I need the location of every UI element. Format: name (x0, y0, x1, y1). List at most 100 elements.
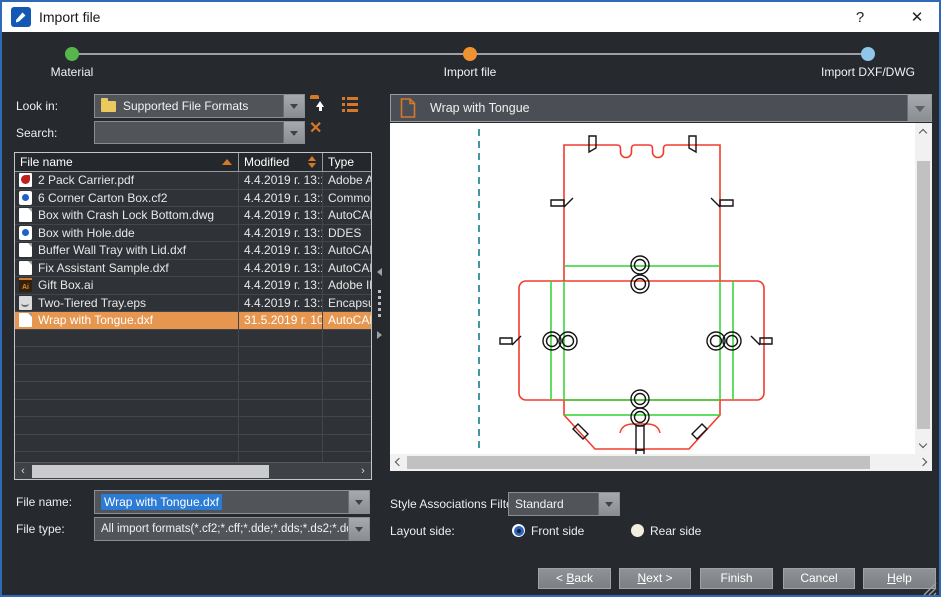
preview-horizontal-scrollbar[interactable] (390, 454, 932, 471)
file-modified-cell: 4.4.2019 г. 13:17 (239, 260, 323, 277)
file-type-cell: AutoCAD (323, 242, 371, 259)
scrollbar-thumb[interactable] (407, 456, 870, 469)
document-file-icon (19, 313, 32, 327)
empty-cell (323, 452, 371, 462)
empty-cell (323, 330, 371, 347)
search-dropdown-arrow[interactable] (283, 122, 304, 143)
file-list-horizontal-scrollbar[interactable]: ‹ › (15, 462, 371, 479)
eps-file-icon (19, 296, 32, 310)
preview-dropdown-arrow[interactable] (907, 95, 931, 121)
back-button[interactable]: < Back (538, 568, 611, 589)
app-icon (11, 7, 31, 27)
file-rows: 2 Pack Carrier.pdf4.4.2019 г. 13:17Adobe… (15, 172, 371, 462)
file-name-text: Box with Hole.dde (38, 226, 135, 240)
scroll-up-icon[interactable] (919, 129, 927, 137)
style-associations-filter-label: Style Associations Filter (390, 492, 517, 516)
cf2-file-icon (19, 226, 32, 240)
empty-cell (323, 417, 371, 434)
cancel-button[interactable]: Cancel (783, 568, 855, 589)
scrollbar-thumb[interactable] (917, 161, 930, 429)
file-row[interactable]: 6 Corner Carton Box.cf24.4.2019 г. 13:17… (15, 190, 371, 208)
file-row[interactable]: Two-Tiered Tray.eps4.4.2019 г. 13:17Enca… (15, 295, 371, 313)
empty-file-row (15, 365, 371, 383)
step-dot-material[interactable] (65, 47, 79, 61)
file-name-text: Two-Tiered Tray.eps (38, 296, 146, 310)
style-filter-dropdown-arrow[interactable] (598, 493, 619, 515)
scrollbar-thumb[interactable] (32, 465, 269, 478)
empty-file-row (15, 435, 371, 453)
look-in-combobox[interactable]: Supported File Formats (94, 94, 305, 118)
look-in-value: Supported File Formats (123, 99, 248, 113)
collapse-right-icon[interactable] (377, 331, 382, 339)
window-title: Import file (39, 2, 100, 32)
file-name-cell: 2 Pack Carrier.pdf (15, 172, 239, 189)
illustrator-file-icon: Ai (19, 278, 32, 292)
resize-grip[interactable] (923, 583, 937, 597)
file-name-text: Wrap with Tongue.dxf (38, 313, 153, 327)
file-modified-cell: 4.4.2019 г. 13:17 (239, 172, 323, 189)
file-name-cell: Two-Tiered Tray.eps (15, 295, 239, 312)
scroll-left-icon[interactable] (395, 458, 403, 466)
file-name-text: 2 Pack Carrier.pdf (38, 173, 134, 187)
file-type-combobox[interactable]: All import formats(*.cf2;*.cff;*.dde;*.d… (94, 517, 370, 541)
file-name-cell: Fix Assistant Sample.dxf (15, 260, 239, 277)
step-dot-import-file[interactable] (463, 47, 477, 61)
file-name-combobox[interactable]: Wrap with Tongue.dxf (94, 490, 370, 514)
scroll-down-icon[interactable] (919, 440, 927, 448)
empty-cell (239, 400, 323, 417)
front-side-radio[interactable] (512, 524, 525, 537)
pane-splitter[interactable] (375, 152, 384, 480)
splitter-grip[interactable] (378, 290, 381, 317)
step-label-import-file: Import file (444, 65, 497, 79)
file-type-cell: DDES (323, 225, 371, 242)
page-icon (400, 98, 416, 118)
preview-vertical-scrollbar[interactable] (915, 123, 932, 454)
file-name-text: Buffer Wall Tray with Lid.dxf (38, 243, 186, 257)
empty-cell (239, 330, 323, 347)
next-button[interactable]: Next > (619, 568, 691, 589)
step-dot-import-dxf-dwg[interactable] (861, 47, 875, 61)
search-input[interactable] (94, 121, 305, 144)
file-row[interactable]: Fix Assistant Sample.dxf 4.4.2019 г. 13:1… (15, 260, 371, 278)
file-name-text: Fix Assistant Sample.dxf (38, 261, 169, 275)
finish-button[interactable]: Finish (700, 568, 773, 589)
file-row[interactable]: 2 Pack Carrier.pdf4.4.2019 г. 13:17Adobe… (15, 172, 371, 190)
collapse-left-icon[interactable] (377, 268, 382, 276)
scroll-left-icon[interactable]: ‹ (15, 463, 31, 480)
file-row[interactable]: Wrap with Tongue.dxf31.5.2019 г. 10...Au… (15, 312, 371, 330)
empty-file-row (15, 452, 371, 462)
file-row[interactable]: Box with Crash Lock Bottom.dwg4.4.2019 г… (15, 207, 371, 225)
preview-canvas[interactable] (390, 123, 932, 471)
file-row[interactable]: Box with Hole.dde4.4.2019 г. 13:17DDES (15, 225, 371, 243)
help-titlebar-button[interactable]: ? (847, 2, 873, 32)
empty-cell (239, 435, 323, 452)
file-name-text: 6 Corner Carton Box.cf2 (38, 191, 167, 205)
view-list-button[interactable] (342, 97, 358, 112)
file-row[interactable]: AiGift Box.ai4.4.2019 г. 13:17Adobe Ill (15, 277, 371, 295)
file-type-dropdown-arrow[interactable] (348, 518, 369, 540)
column-header-type[interactable]: Type (323, 153, 371, 171)
clear-search-button[interactable]: ✕ (309, 121, 322, 137)
column-header-file-name[interactable]: File name (15, 153, 239, 171)
file-name-dropdown-arrow[interactable] (348, 491, 369, 513)
file-row[interactable]: Buffer Wall Tray with Lid.dxf4.4.2019 г.… (15, 242, 371, 260)
dieline-preview (390, 123, 915, 454)
scroll-right-icon[interactable] (919, 458, 927, 466)
empty-cell (239, 452, 323, 462)
search-label: Search: (16, 121, 57, 145)
empty-file-row (15, 400, 371, 418)
empty-cell (323, 435, 371, 452)
layout-side-label: Layout side: (390, 519, 455, 543)
scroll-right-icon[interactable]: › (355, 463, 371, 480)
preview-style-combobox[interactable]: Wrap with Tongue (390, 94, 932, 122)
file-name-cell: Box with Hole.dde (15, 225, 239, 242)
file-modified-cell: 31.5.2019 г. 10... (239, 312, 323, 329)
list-view-icon (342, 97, 358, 112)
close-icon[interactable]: ✕ (904, 2, 930, 32)
look-in-dropdown-arrow[interactable] (283, 95, 304, 117)
rear-side-radio[interactable] (631, 524, 644, 537)
title-bar[interactable]: Import file ? ✕ (2, 2, 939, 32)
file-modified-cell: 4.4.2019 г. 13:17 (239, 277, 323, 294)
style-associations-filter-combobox[interactable]: Standard (508, 492, 620, 516)
column-header-modified[interactable]: Modified (239, 153, 323, 171)
